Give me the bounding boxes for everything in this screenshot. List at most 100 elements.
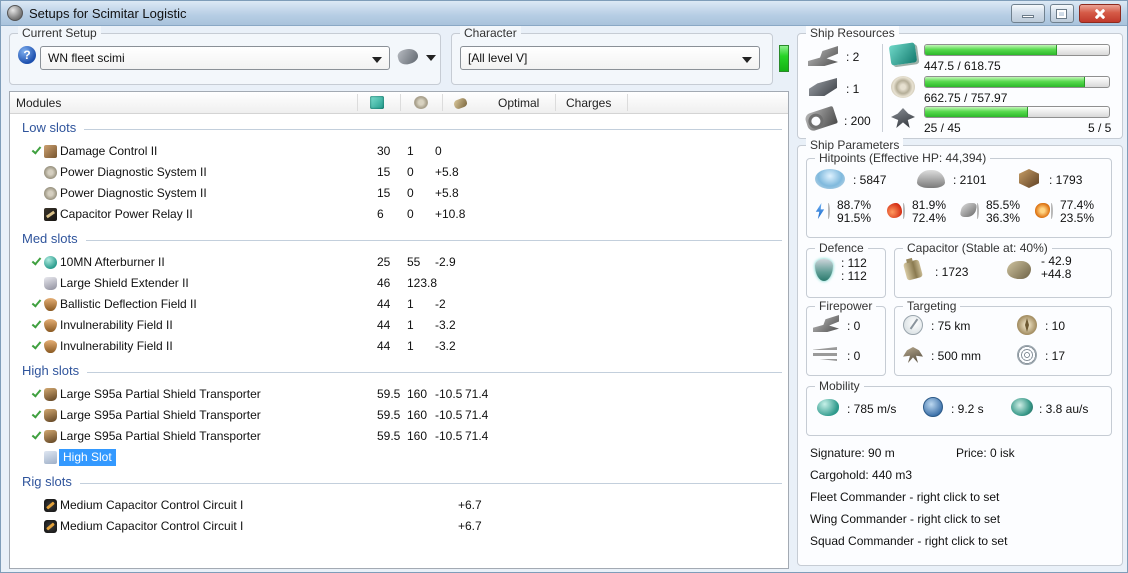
ship-icon [396, 46, 420, 67]
warp-speed-icon [1011, 398, 1033, 416]
align-time-icon [923, 397, 943, 417]
setup-combobox-value: WN fleet scimi [48, 51, 125, 65]
selected-slot-label: High Slot [59, 449, 116, 466]
capacitor-icon[interactable] [452, 97, 469, 110]
module-icon [44, 388, 57, 401]
close-button[interactable] [1079, 4, 1121, 23]
module-row[interactable]: Damage Control II 30 1 0 [10, 141, 788, 162]
modules-column-header[interactable]: Modules [16, 96, 61, 110]
character-group: Character [All level V] [451, 26, 773, 85]
current-setup-group: Current Setup ? WN fleet scimi [9, 26, 441, 85]
module-icon [44, 298, 57, 311]
firepower-box: Firepower : 0 : 0 [806, 299, 886, 376]
ship-parameters-panel: Ship Parameters Hitpoints (Effective HP:… [797, 138, 1123, 566]
section-header-high-slots: High slots [10, 357, 788, 384]
module-row[interactable]: Large Shield Extender II 46 123.8 [10, 273, 788, 294]
module-icon [44, 340, 57, 353]
ship-parameters-label: Ship Parameters [806, 138, 904, 152]
cpu-icon[interactable] [370, 96, 384, 109]
em-resist-icon [815, 203, 825, 219]
max-targets-icon [1017, 315, 1037, 335]
optimal-column-header[interactable]: Optimal [498, 96, 539, 110]
fitted-check-icon [31, 255, 42, 266]
fitted-check-icon [31, 429, 42, 440]
module-row[interactable]: Capacitor Power Relay II 6 0 +10.8 [10, 204, 788, 225]
app-icon [7, 5, 23, 21]
help-icon[interactable]: ? [18, 46, 36, 64]
turret-dps-icon [813, 315, 839, 332]
module-row[interactable]: Ballistic Deflection Field II 44 1 -2 [10, 294, 788, 315]
module-row[interactable]: Large S95a Partial Shield Transporter 59… [10, 405, 788, 426]
wing-commander-setter[interactable]: Wing Commander - right click to set [810, 512, 1000, 526]
max-velocity-value: : 785 m/s [847, 402, 897, 416]
character-combobox-value: [All level V] [468, 51, 528, 65]
module-row[interactable]: 10MN Afterburner II 25 55 -2.9 [10, 252, 788, 273]
thermal-resist-icon [887, 203, 902, 218]
module-icon [44, 208, 57, 221]
modules-table: Modules Optimal Charges Low slots Damage… [9, 91, 789, 569]
targeting-range-value: : 75 km [931, 319, 971, 333]
window-title: Setups for Scimitar Logistic [29, 5, 187, 21]
cpu-icon [888, 42, 918, 66]
sensor-strength-icon [1017, 345, 1037, 365]
shield-hp-icon [815, 169, 845, 189]
titlebar: Setups for Scimitar Logistic [1, 1, 1127, 26]
targeting-range-icon [903, 315, 923, 335]
hitpoints-label: Hitpoints (Effective HP: 44,394) [815, 151, 991, 165]
module-icon [44, 409, 57, 422]
current-setup-label: Current Setup [18, 26, 101, 40]
fitted-check-icon [31, 297, 42, 308]
capacitor-label: Capacitor (Stable at: 40%) [903, 241, 1052, 255]
drone-bandwidth-icon [891, 108, 915, 128]
setup-combobox[interactable]: WN fleet scimi [40, 46, 390, 70]
defence-box: Defence : 112 : 112 [806, 241, 886, 298]
powergrid-icon[interactable] [414, 96, 428, 109]
armor-hp-value: : 2101 [953, 173, 987, 187]
module-row[interactable]: Power Diagnostic System II 15 0 +5.8 [10, 183, 788, 204]
fleet-commander-setter[interactable]: Fleet Commander - right click to set [810, 490, 999, 504]
module-row[interactable]: Invulnerability Field II 44 1 -3.2 [10, 336, 788, 357]
targeting-box: Targeting : 75 km : 10 : 500 mm : 17 [894, 299, 1112, 376]
capacitor-amount-value: : 1723 [935, 265, 969, 279]
missile-dps-value: : 0 [847, 349, 861, 363]
hitpoints-box: Hitpoints (Effective HP: 44,394) : 5847 … [806, 151, 1112, 238]
shield-hp-value: : 5847 [853, 173, 887, 187]
module-icon [44, 256, 57, 269]
module-row[interactable]: Large S95a Partial Shield Transporter 59… [10, 384, 788, 405]
module-row[interactable]: Medium Capacitor Control Circuit I +6.7 [10, 516, 788, 537]
section-header-rig-slots: Rig slots [10, 468, 788, 495]
character-label: Character [460, 26, 521, 40]
max-velocity-icon [817, 399, 839, 416]
turret-dps-value: : 0 [847, 319, 861, 333]
minimize-button[interactable] [1011, 4, 1045, 23]
firepower-label: Firepower [815, 299, 877, 313]
setup-menu-arrow-icon[interactable] [426, 55, 436, 61]
module-row-empty-high-slot[interactable]: High Slot [10, 447, 788, 468]
module-row[interactable]: Power Diagnostic System II 15 0 +5.8 [10, 162, 788, 183]
drone-bandwidth-bar [924, 106, 1110, 118]
cargohold: Cargohold: 440 m3 [810, 468, 913, 482]
module-row[interactable]: Large S95a Partial Shield Transporter 59… [10, 426, 788, 447]
module-icon [44, 319, 57, 332]
turret-hardpoints-icon [808, 46, 838, 66]
explosive-resist-icon [1035, 203, 1050, 218]
module-icon [44, 499, 57, 512]
turret-hardpoints-value: : 2 [846, 50, 860, 64]
defence-values: : 112 : 112 [841, 256, 867, 283]
module-row[interactable]: Invulnerability Field II 44 1 -3.2 [10, 315, 788, 336]
character-combobox[interactable]: [All level V] [460, 46, 760, 70]
module-row[interactable]: Medium Capacitor Control Circuit I +6.7 [10, 495, 788, 516]
launcher-hardpoints-icon [809, 78, 837, 96]
maximize-button[interactable] [1050, 4, 1074, 23]
thermal-resist-values: 81.9% 72.4% [912, 198, 947, 225]
squad-commander-setter[interactable]: Squad Commander - right click to set [810, 534, 1007, 548]
powergrid-usage-bar [924, 76, 1110, 88]
capacitor-recharge-icon [1007, 261, 1031, 279]
drone-count-value: 5 / 5 [1088, 121, 1112, 135]
fitted-check-icon [31, 339, 42, 350]
chevron-down-icon [742, 57, 752, 63]
explosive-resist-values: 77.4% 23.5% [1060, 198, 1095, 225]
chevron-down-icon [372, 57, 382, 63]
charges-column-header[interactable]: Charges [566, 96, 611, 110]
scan-resolution-value: : 500 mm [931, 349, 982, 363]
